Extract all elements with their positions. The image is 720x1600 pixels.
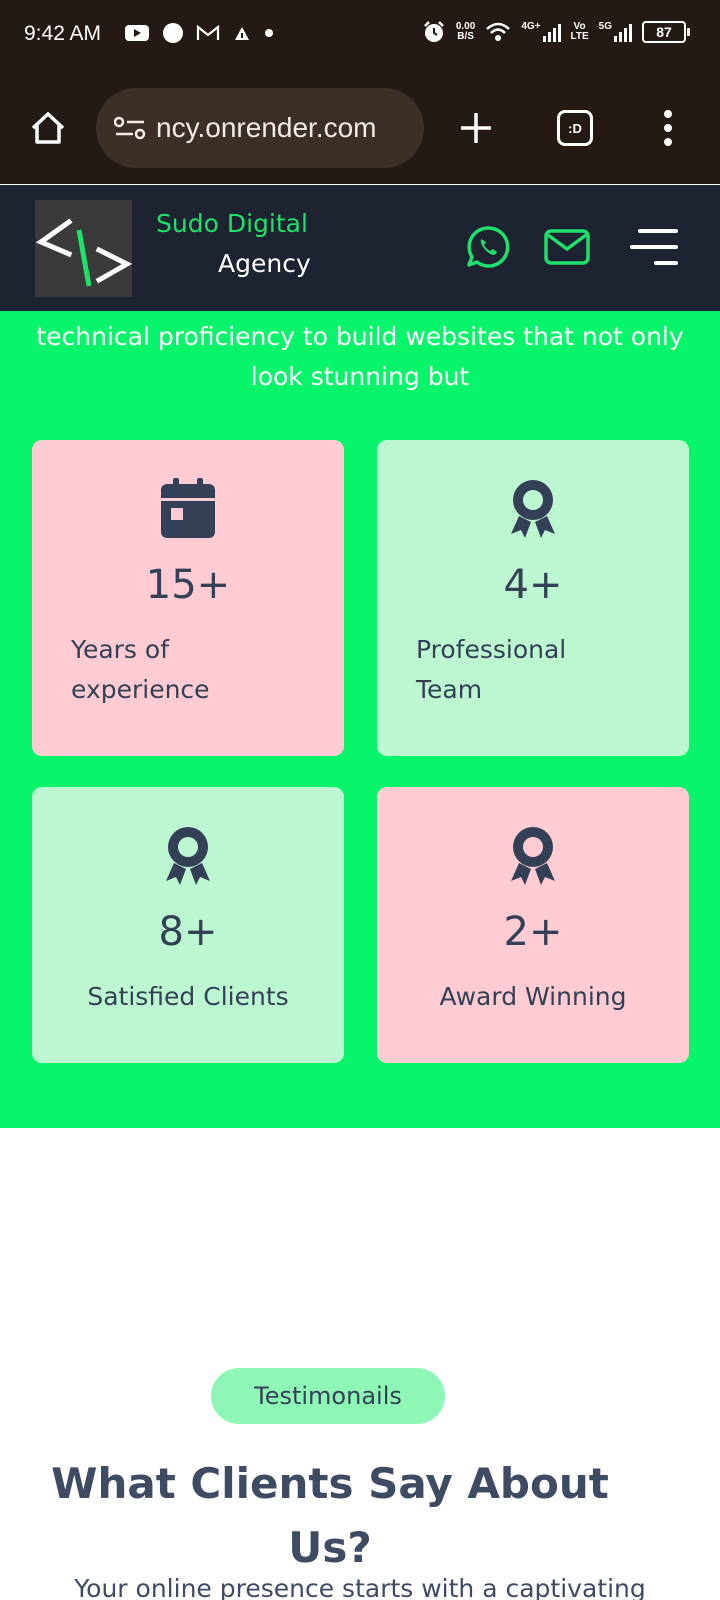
- stat-value: 4+: [503, 562, 563, 608]
- stat-card-experience: 15+ Years of experience: [32, 440, 344, 756]
- status-time: 9:42 AM: [24, 22, 102, 45]
- new-tab-icon[interactable]: [456, 108, 496, 148]
- stat-label: Professional Team: [416, 635, 567, 704]
- testimonials-badge: Testimonails: [211, 1368, 445, 1424]
- url-text: ncy.onrender.com: [156, 112, 377, 143]
- alarm-icon: [423, 21, 444, 42]
- dot-icon: [265, 29, 273, 37]
- site-header: Sudo Digital Agency: [0, 185, 720, 311]
- tab-switcher-button[interactable]: :D: [557, 110, 593, 146]
- testimonials-title: What Clients Say About Us?: [51, 1459, 609, 1572]
- battery-indicator: 87: [642, 21, 690, 43]
- volte-indicator: Vo LTE: [570, 21, 589, 42]
- system-icons: 0.00 B/S 4G+ Vo LTE 5G 87: [422, 20, 690, 44]
- gmail-icon: [196, 24, 220, 40]
- status-bar: 9:42 AM 0.00 B/S 4G+ Vo LTE 5G 87: [0, 0, 720, 72]
- stat-value: 15+: [145, 562, 231, 608]
- stats-section: website. Our developers blend creativity…: [0, 311, 720, 1128]
- signal-5g: 5G: [599, 22, 632, 42]
- stat-label: Satisfied Clients: [87, 982, 289, 1011]
- stat-label: Award Winning: [439, 982, 627, 1011]
- stat-card-team: 4+ Professional Team: [377, 440, 689, 756]
- award-icon: [511, 827, 555, 885]
- signal-4g: 4G+: [521, 22, 561, 42]
- site-logo[interactable]: [35, 200, 133, 297]
- home-icon[interactable]: [28, 108, 68, 148]
- stat-label: Years of experience: [71, 635, 210, 704]
- app-notification-icon: [235, 27, 249, 40]
- youtube-icon: [125, 25, 149, 41]
- testimonials-subtitle: Your online presence starts with a capti…: [74, 1574, 646, 1600]
- battery-level: 87: [642, 21, 686, 43]
- calendar-icon: [161, 478, 215, 538]
- stat-card-clients: 8+ Satisfied Clients: [32, 787, 344, 1063]
- more-options-icon[interactable]: [656, 106, 680, 150]
- award-icon: [166, 827, 210, 885]
- award-icon: [511, 480, 555, 538]
- whatsapp-icon[interactable]: [466, 225, 510, 269]
- hamburger-menu-icon[interactable]: [630, 227, 678, 267]
- wifi-icon: [486, 22, 511, 41]
- site-settings-icon[interactable]: [114, 116, 146, 140]
- notification-icons: [124, 22, 274, 44]
- stat-value: 8+: [158, 909, 218, 955]
- signal-bars-icon: [542, 24, 561, 42]
- brand-name: Sudo Digital: [156, 209, 308, 238]
- signal-bars-icon: [614, 24, 632, 42]
- address-bar[interactable]: ncy.onrender.com: [96, 88, 424, 168]
- net-speed: 0.00 B/S: [455, 21, 476, 42]
- brand-subname: Agency: [218, 249, 311, 278]
- intro-paragraph: website. Our developers blend creativity…: [36, 322, 684, 391]
- circle-notification-icon: [163, 23, 183, 43]
- stat-card-awards: 2+ Award Winning: [377, 787, 689, 1063]
- browser-toolbar: ncy.onrender.com :D: [0, 72, 720, 184]
- stat-value: 2+: [503, 909, 563, 955]
- code-icon: [35, 218, 133, 287]
- mail-icon[interactable]: [544, 229, 590, 265]
